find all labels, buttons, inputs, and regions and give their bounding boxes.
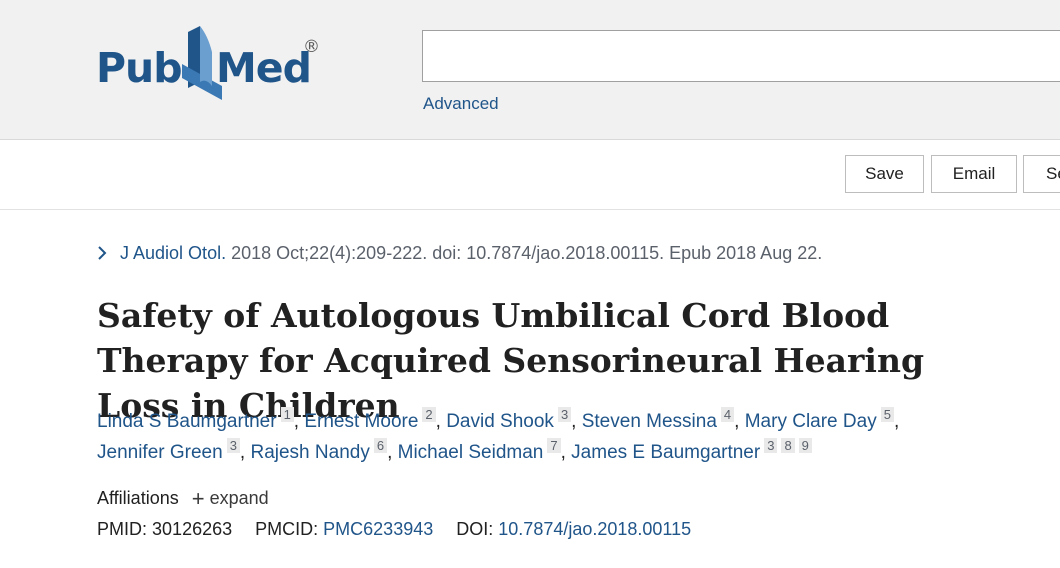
pubmed-logo[interactable]: Pub Med ® [96, 24, 326, 102]
identifiers-row: PMID: 30126263 PMCID: PMC6233943 DOI: 10… [97, 519, 691, 540]
affiliation-number[interactable]: 3 [557, 407, 572, 422]
journal-link[interactable]: J Audiol Otol. [120, 243, 226, 263]
affiliation-number[interactable]: 4 [720, 407, 735, 422]
affiliation-number[interactable]: 9 [798, 438, 812, 453]
affiliations-label: Affiliations [97, 488, 179, 508]
affiliation-number[interactable]: 6 [373, 438, 388, 453]
affiliation-number[interactable]: 8 [781, 438, 795, 453]
send-to-button[interactable]: Se [1023, 155, 1060, 193]
affiliation-number[interactable]: 2 [422, 407, 436, 422]
author-link[interactable]: Jennifer Green [97, 442, 223, 463]
author-link[interactable]: James E Baumgartner [571, 442, 760, 463]
author-item: David Shook 3, [446, 407, 577, 432]
affiliation-number[interactable]: 3 [764, 438, 778, 453]
citation-details: 2018 Oct;22(4):209-222. doi: 10.7874/jao… [231, 243, 823, 263]
citation-line: J Audiol Otol. 2018 Oct;22(4):209-222. d… [97, 243, 822, 264]
expand-affiliations-button[interactable]: + expand [191, 486, 269, 511]
registered-mark: ® [303, 37, 320, 57]
doi-link[interactable]: 10.7874/jao.2018.00115 [498, 519, 691, 539]
pmcid-label: PMCID: [255, 519, 319, 539]
authors-list: Linda S Baumgartner 1, Ernest Moore 2, Dav… [97, 406, 957, 468]
author-item: Ernest Moore 2, [304, 407, 441, 432]
author-link[interactable]: Linda S Baumgartner [97, 411, 277, 432]
pmid-value: 30126263 [152, 519, 233, 539]
author-link[interactable]: Ernest Moore [304, 411, 418, 432]
author-item: Steven Messina 4, [581, 407, 740, 432]
chevron-right-icon [98, 246, 107, 260]
author-item: James E Baumgartner 3 8 9 [571, 438, 812, 463]
logo-text-med: Med [216, 44, 312, 92]
author-item: Linda S Baumgartner 1, [97, 407, 300, 432]
author-item: Michael Seidman 7, [397, 438, 566, 463]
affiliation-number[interactable]: 5 [880, 407, 894, 422]
author-item: Jennifer Green 3, [97, 438, 246, 463]
author-link[interactable]: Mary Clare Day [745, 411, 877, 432]
expand-label: expand [209, 488, 269, 508]
plus-icon: + [191, 486, 205, 511]
author-item: Mary Clare Day 5, [744, 407, 900, 432]
author-link[interactable]: Rajesh Nandy [250, 442, 369, 463]
search-input[interactable] [422, 30, 1060, 82]
action-bar: Save Email Se [0, 140, 1060, 210]
advanced-search-link[interactable]: Advanced [423, 94, 499, 114]
save-button[interactable]: Save [845, 155, 924, 193]
author-link[interactable]: David Shook [446, 411, 554, 432]
pmid-label: PMID: [97, 519, 148, 539]
site-header: Pub Med ® Advanced [0, 0, 1060, 140]
pmcid-link[interactable]: PMC6233943 [323, 519, 433, 539]
author-item: Rajesh Nandy 6, [250, 438, 393, 463]
author-link[interactable]: Steven Messina [582, 411, 717, 432]
affiliation-number[interactable]: 1 [280, 407, 294, 422]
email-button[interactable]: Email [931, 155, 1017, 193]
author-link[interactable]: Michael Seidman [398, 442, 544, 463]
affiliation-number[interactable]: 7 [547, 438, 561, 453]
logo-text-pub: Pub [96, 44, 183, 92]
affiliations-row: Affiliations + expand [97, 486, 269, 512]
doi-label: DOI: [456, 519, 494, 539]
affiliation-number[interactable]: 3 [226, 438, 240, 453]
